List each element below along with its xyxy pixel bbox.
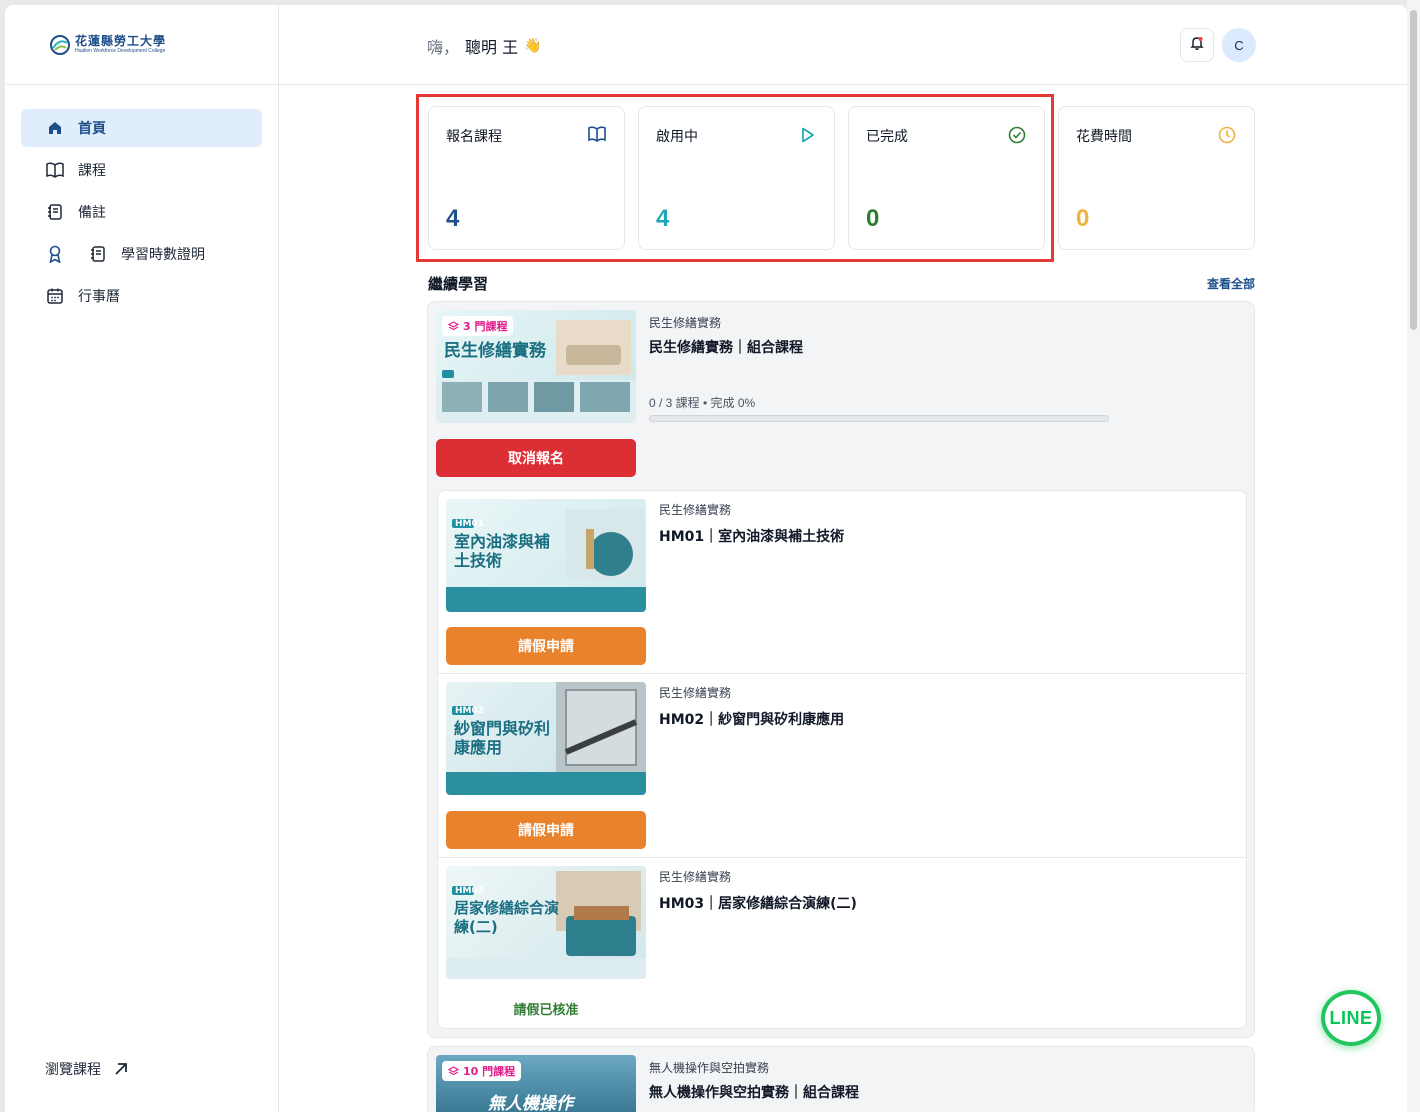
bundle-title[interactable]: 無人機操作與空拍實務｜組合課程 bbox=[649, 1082, 859, 1102]
bundle-course-list: HM01 室內油漆與補土技術 民生修繕實務 HM01｜室內油漆與補土技術 請假申… bbox=[437, 490, 1247, 1029]
bundle-thumbnail[interactable]: 3 門課程 民生修繕實務 bbox=[436, 310, 636, 423]
view-all-link[interactable]: 查看全部 bbox=[1207, 275, 1255, 292]
notification-button[interactable] bbox=[1180, 28, 1214, 62]
leave-approved-status: 請假已核准 bbox=[513, 1003, 579, 1018]
bundle-progress-text: 0 / 3 課程 • 完成 0% bbox=[649, 396, 756, 410]
stat-value: 0 bbox=[1076, 205, 1090, 232]
wave-icon: 👋 bbox=[524, 38, 542, 54]
sidebar-item-label: 課程 bbox=[78, 163, 106, 179]
thumbnail-title: 紗窗門與矽利康應用 bbox=[454, 719, 551, 757]
layers-icon bbox=[447, 1065, 460, 1077]
clock-icon bbox=[1217, 125, 1237, 145]
bundle-thumbnail[interactable]: 10 門課程 無人機操作 bbox=[436, 1055, 636, 1112]
course-category: 民生修繕實務 bbox=[659, 870, 732, 884]
sidebar-nav: 首頁 課程 備註 學習時數證明 行事曆 bbox=[5, 85, 278, 315]
sidebar-item-label: 首頁 bbox=[78, 121, 106, 137]
page-scrollbar[interactable] bbox=[1407, 0, 1420, 1112]
course-title[interactable]: HM01｜室內油漆與補土技術 bbox=[659, 526, 844, 546]
leave-request-button[interactable]: 請假申請 bbox=[446, 627, 646, 665]
bundle-category: 民生修繕實務 bbox=[649, 316, 722, 330]
scrollbar-thumb[interactable] bbox=[1410, 10, 1417, 330]
course-title[interactable]: HM03｜居家修繕綜合演練(二) bbox=[659, 893, 857, 913]
sidebar: 花蓮縣勞工大學 Hualien Workforce Development Co… bbox=[5, 5, 279, 1112]
top-header: 嗨， 聰明 王 👋 C bbox=[279, 5, 1407, 85]
notebook-icon bbox=[88, 244, 108, 264]
list-item: HM02 紗窗門與矽利康應用 民生修繕實務 HM02｜紗窗門與矽利康應用 請假申… bbox=[438, 674, 1246, 858]
sidebar-item-certificate[interactable]: 學習時數證明 bbox=[21, 235, 262, 273]
cancel-enrollment-button[interactable]: 取消報名 bbox=[436, 439, 636, 477]
bundle-card: 3 門課程 民生修繕實務 民生修繕實務 民生修繕實務｜組合課程 0 / 3 課程… bbox=[427, 301, 1255, 1038]
award-icon bbox=[45, 244, 65, 264]
bell-icon bbox=[1189, 35, 1205, 55]
calendar-icon bbox=[45, 286, 65, 306]
course-thumbnail[interactable]: HM01 室內油漆與補土技術 bbox=[446, 499, 646, 612]
logo-emblem-icon bbox=[49, 34, 71, 56]
browse-courses-link[interactable]: 瀏覽課程 bbox=[45, 1059, 129, 1079]
thumbnail-title: 居家修繕綜合演練(二) bbox=[454, 899, 560, 936]
sidebar-item-courses[interactable]: 課程 bbox=[21, 151, 262, 189]
user-name: 聰明 王 bbox=[465, 38, 519, 57]
badge-label: 3 門課程 bbox=[463, 320, 508, 333]
brand-name-en: Hualien Workforce Development College bbox=[75, 48, 166, 54]
browse-courses-label: 瀏覽課程 bbox=[45, 1062, 101, 1078]
bundle-title[interactable]: 民生修繕實務｜組合課程 bbox=[649, 337, 803, 357]
sidebar-item-label: 學習時數證明 bbox=[121, 247, 205, 263]
bundle-progress-bar bbox=[649, 415, 1109, 422]
bundle-card: 10 門課程 無人機操作 無人機操作與空拍實務 無人機操作與空拍實務｜組合課程 bbox=[427, 1046, 1255, 1112]
stat-label: 花費時間 bbox=[1076, 129, 1132, 145]
thumbnail-title: 室內油漆與補土技術 bbox=[454, 532, 551, 570]
thumbnail-code: HM02 bbox=[455, 706, 485, 716]
thumbnail-title: 民生修繕實務 bbox=[444, 341, 546, 361]
badge-label: 10 門課程 bbox=[463, 1065, 516, 1078]
home-icon bbox=[45, 118, 65, 138]
layers-icon bbox=[447, 320, 460, 332]
continue-learning-title: 繼續學習 bbox=[428, 275, 489, 293]
greeting: 嗨， 聰明 王 👋 bbox=[427, 34, 542, 58]
brand-logo[interactable]: 花蓮縣勞工大學 Hualien Workforce Development Co… bbox=[5, 5, 278, 85]
avatar[interactable]: C bbox=[1222, 28, 1256, 62]
notebook-icon bbox=[45, 202, 65, 222]
stat-card-time-spent: 花費時間 0 bbox=[1058, 106, 1255, 250]
book-icon bbox=[45, 160, 65, 180]
sidebar-item-label: 行事曆 bbox=[78, 289, 120, 305]
sidebar-item-notes[interactable]: 備註 bbox=[21, 193, 262, 231]
course-category: 民生修繕實務 bbox=[659, 686, 732, 700]
list-item: HM03 居家修繕綜合演練(二) 民生修繕實務 HM03｜居家修繕綜合演練(二)… bbox=[438, 858, 1246, 1028]
course-thumbnail[interactable]: HM02 紗窗門與矽利康應用 bbox=[446, 682, 646, 795]
sidebar-item-label: 備註 bbox=[78, 205, 106, 221]
thumbnail-title: 無人機操作 bbox=[488, 1094, 573, 1112]
bundle-category: 無人機操作與空拍實務 bbox=[649, 1061, 770, 1075]
greeting-prefix: 嗨， bbox=[427, 38, 460, 57]
thumbnail-code: HM03 bbox=[455, 886, 485, 896]
arrow-up-right-icon bbox=[113, 1061, 129, 1077]
leave-request-button[interactable]: 請假申請 bbox=[446, 811, 646, 849]
line-chat-button[interactable]: LINE bbox=[1321, 990, 1381, 1046]
course-count-badge: 3 門課程 bbox=[442, 316, 514, 336]
sidebar-item-calendar[interactable]: 行事曆 bbox=[21, 277, 262, 315]
course-category: 民生修繕實務 bbox=[659, 503, 732, 517]
course-title[interactable]: HM02｜紗窗門與矽利康應用 bbox=[659, 709, 844, 729]
thumbnail-code: HM01 bbox=[455, 519, 485, 529]
course-thumbnail[interactable]: HM03 居家修繕綜合演練(二) bbox=[446, 866, 646, 979]
brand-name-zh: 花蓮縣勞工大學 bbox=[75, 34, 167, 48]
list-item: HM01 室內油漆與補土技術 民生修繕實務 HM01｜室內油漆與補土技術 請假申… bbox=[438, 491, 1246, 674]
sidebar-item-home[interactable]: 首頁 bbox=[21, 109, 262, 147]
line-label: LINE bbox=[1329, 1007, 1373, 1028]
course-count-badge: 10 門課程 bbox=[442, 1061, 522, 1081]
highlight-box bbox=[416, 94, 1054, 262]
